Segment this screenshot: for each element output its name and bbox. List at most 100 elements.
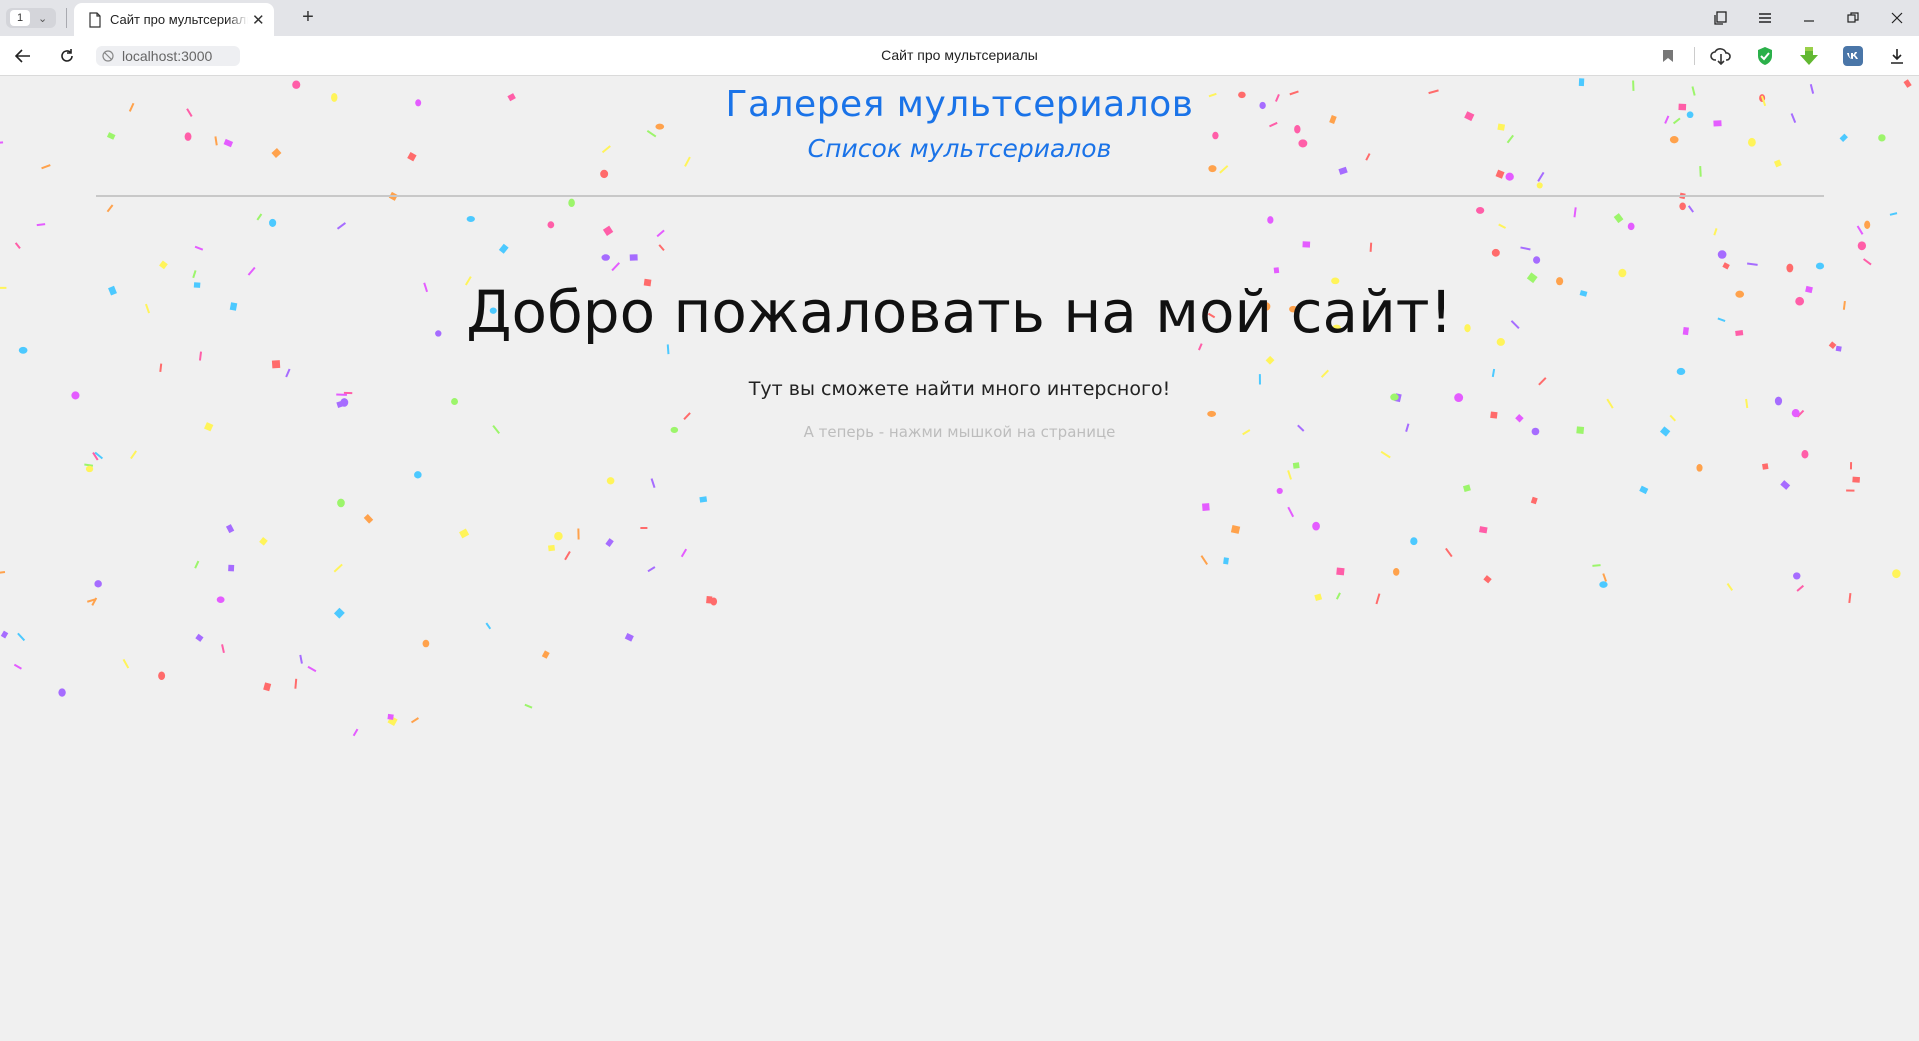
vk-icon[interactable] (1831, 36, 1875, 76)
confetti-piece (387, 715, 398, 727)
confetti-piece (1815, 262, 1825, 270)
confetti-piece (1793, 572, 1801, 580)
welcome-heading: Добро пожаловать на мой сайт! (466, 278, 1453, 346)
confetti-piece (1498, 223, 1507, 229)
confetti-piece (1320, 369, 1330, 378)
confetti-piece (1483, 575, 1492, 584)
download-icon[interactable] (1875, 36, 1919, 76)
new-tab-button[interactable]: + (296, 7, 320, 29)
confetti-piece (192, 270, 197, 279)
confetti-piece (699, 496, 708, 503)
confetti-piece (106, 204, 114, 213)
confetti-piece (1375, 593, 1381, 605)
confetti-piece (658, 244, 665, 251)
confetti-piece (656, 229, 665, 238)
confetti-piece (1533, 256, 1541, 264)
confetti-piece (1627, 222, 1635, 231)
confetti-piece (91, 597, 98, 606)
confetti-piece (1835, 345, 1842, 352)
tab-divider (66, 8, 67, 28)
confetti-piece (1338, 166, 1348, 175)
tab-counter[interactable]: 1 ⌄ (6, 8, 56, 28)
confetti-piece (547, 221, 555, 229)
confetti-piece (564, 551, 571, 561)
confetti-layer (0, 78, 1912, 737)
confetti-piece (1505, 172, 1514, 181)
confetti-piece (1602, 573, 1608, 582)
extension-icon[interactable] (1787, 36, 1831, 76)
confetti-piece (1369, 242, 1373, 252)
confetti-piece (1613, 213, 1624, 224)
confetti-piece (194, 245, 204, 251)
confetti-piece (285, 368, 291, 378)
confetti-piece (1520, 246, 1531, 251)
confetti-piece (1786, 263, 1794, 273)
confetti-piece (629, 254, 638, 261)
confetti-piece (307, 665, 317, 673)
confetti-piece (611, 262, 621, 272)
confetti-piece (498, 243, 509, 254)
close-tab-icon[interactable]: ✕ (252, 11, 265, 29)
confetti-piece (1265, 355, 1275, 365)
chevron-down-icon[interactable]: ⌄ (38, 12, 47, 25)
confetti-piece (363, 514, 374, 524)
confetti-piece (1475, 207, 1485, 214)
confetti-piece (1606, 398, 1614, 409)
confetti-piece (195, 633, 204, 642)
page-viewport[interactable]: Галерея мультсериалов Список мультсериал… (0, 76, 1919, 1041)
confetti-piece (548, 544, 556, 552)
confetti-piece (422, 639, 430, 648)
shield-icon[interactable] (1743, 36, 1787, 76)
confetti-piece (1336, 567, 1345, 576)
cloud-download-icon[interactable] (1699, 36, 1743, 76)
confetti-piece (13, 663, 22, 670)
restore-icon[interactable] (1831, 0, 1875, 36)
series-list-link[interactable]: Список мультсериалов (0, 134, 1919, 163)
close-window-icon[interactable] (1875, 0, 1919, 36)
confetti-piece (198, 351, 203, 361)
menu-icon[interactable] (1743, 0, 1787, 36)
confetti-piece (1618, 268, 1627, 278)
confetti-piece (1862, 258, 1872, 266)
confetti-piece (1537, 171, 1545, 182)
confetti-piece (601, 254, 610, 261)
confetti-piece (524, 703, 533, 709)
confetti-piece (36, 223, 46, 227)
confetti-piece (1762, 463, 1769, 470)
confetti-piece (410, 717, 419, 724)
confetti-piece (1639, 485, 1649, 495)
confetti-piece (605, 538, 614, 547)
confetti-piece (1294, 125, 1301, 134)
confetti-piece (1892, 569, 1901, 579)
confetti-piece (1393, 567, 1400, 576)
confetti-piece (1713, 228, 1718, 236)
confetti-piece (606, 477, 615, 485)
minimize-icon[interactable] (1787, 0, 1831, 36)
bookmark-icon[interactable] (1646, 36, 1690, 76)
confetti-piece (1864, 220, 1871, 229)
confetti-piece (352, 728, 359, 737)
confetti-piece (640, 526, 648, 529)
confetti-piece (1302, 241, 1311, 248)
confetti-piece (0, 630, 9, 639)
active-tab[interactable]: Сайт про мультсериалы ✕ (74, 3, 274, 36)
confetti-piece (337, 498, 345, 508)
confetti-piece (1479, 526, 1488, 534)
click-hint: А теперь - нажми мышкой на странице (803, 423, 1116, 441)
confetti-piece (1410, 537, 1418, 546)
confetti-piece (41, 164, 51, 170)
confetti-piece (1536, 182, 1543, 189)
collections-icon[interactable] (1699, 0, 1743, 36)
confetti-piece (568, 198, 575, 208)
confetti-piece (1745, 398, 1749, 409)
confetti-piece (1380, 450, 1391, 459)
gallery-title-link[interactable]: Галерея мультсериалов (0, 84, 1919, 125)
confetti-piece (86, 598, 97, 603)
confetti-piece (1780, 480, 1791, 490)
confetti-piece (1530, 496, 1538, 505)
confetti-piece (541, 650, 550, 659)
confetti-piece (1495, 169, 1505, 179)
confetti-piece (1462, 484, 1471, 492)
confetti-piece (710, 597, 718, 606)
confetti-piece (271, 360, 281, 369)
